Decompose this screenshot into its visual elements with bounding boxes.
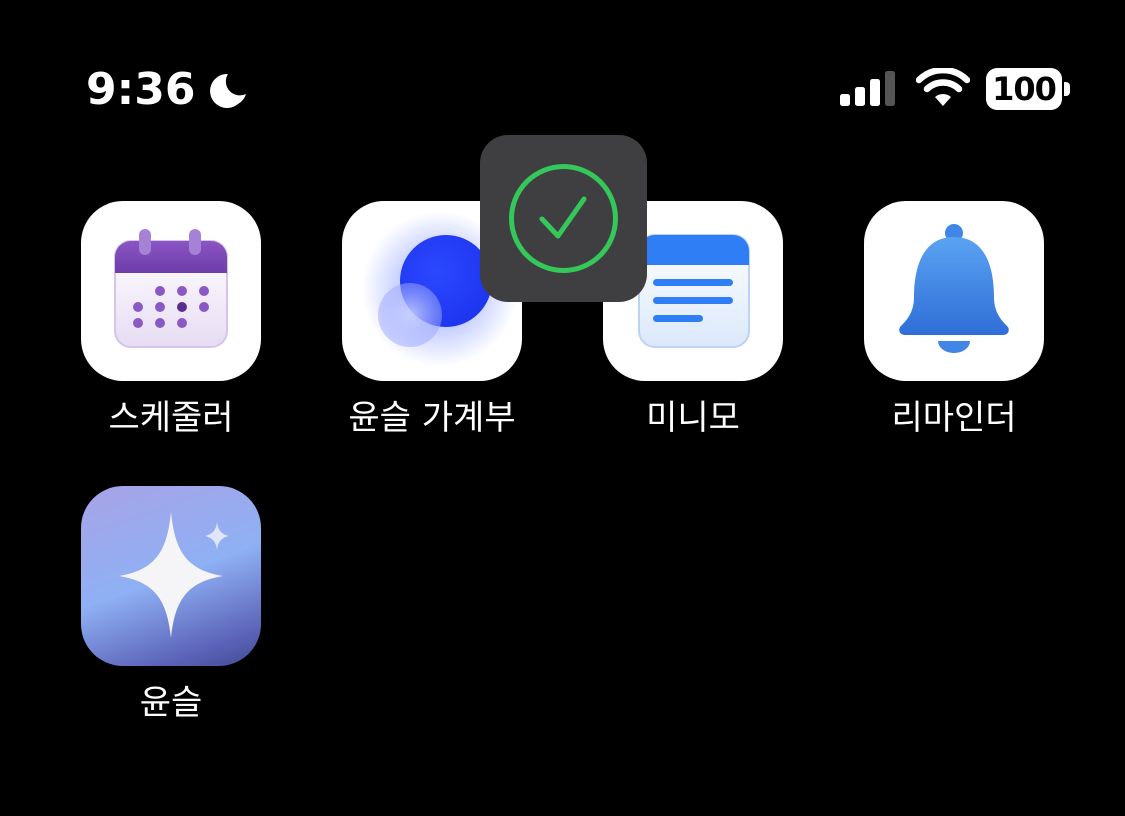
sparkle-icon xyxy=(81,486,261,666)
confirmation-hud xyxy=(480,135,647,302)
cellular-signal-icon xyxy=(840,71,895,106)
status-time: 9:36 xyxy=(86,64,196,115)
checkmark-circle-icon xyxy=(509,164,618,273)
home-screen: 9:36 100 스케줄러 윤슬 가계부 미니모 리마인더 윤슬 xyxy=(0,0,1125,816)
app-label: 리마인더 xyxy=(891,398,1017,438)
battery-level: 100 xyxy=(992,70,1057,108)
wifi-icon xyxy=(916,68,970,106)
app-label: 윤슬 가계부 xyxy=(348,398,516,438)
calendar-icon xyxy=(81,201,261,381)
battery-indicator: 100 xyxy=(986,68,1062,110)
bell-icon xyxy=(864,201,1044,381)
app-label: 미니모 xyxy=(646,398,740,438)
moon-icon xyxy=(210,73,246,108)
battery-tip xyxy=(1064,82,1070,96)
app-label: 윤슬 xyxy=(139,683,203,723)
app-scheduler[interactable]: 스케줄러 xyxy=(81,201,261,439)
app-yunseul[interactable]: 윤슬 xyxy=(81,486,261,724)
app-reminder[interactable]: 리마인더 xyxy=(864,201,1044,439)
app-label: 스케줄러 xyxy=(108,398,234,438)
